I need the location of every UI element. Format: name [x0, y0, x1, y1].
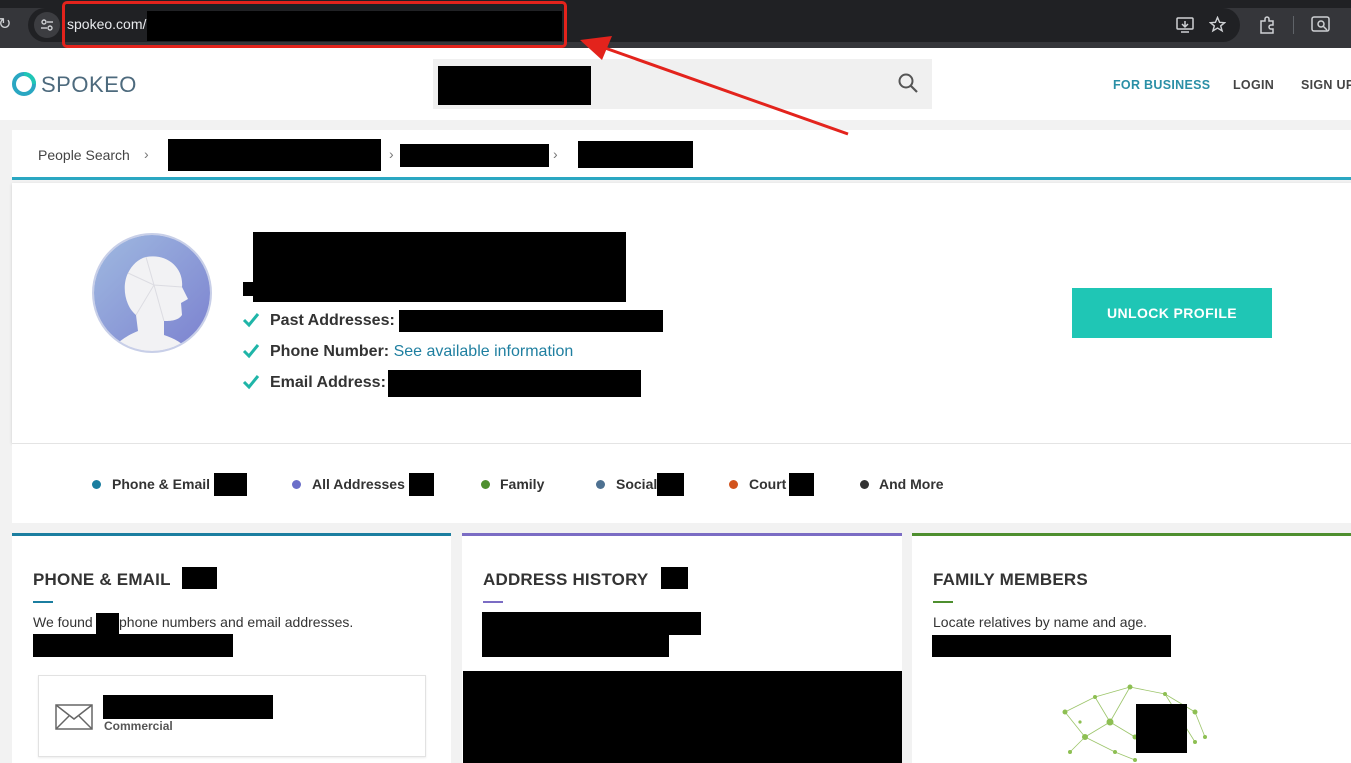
annotation-arrow [580, 36, 849, 136]
